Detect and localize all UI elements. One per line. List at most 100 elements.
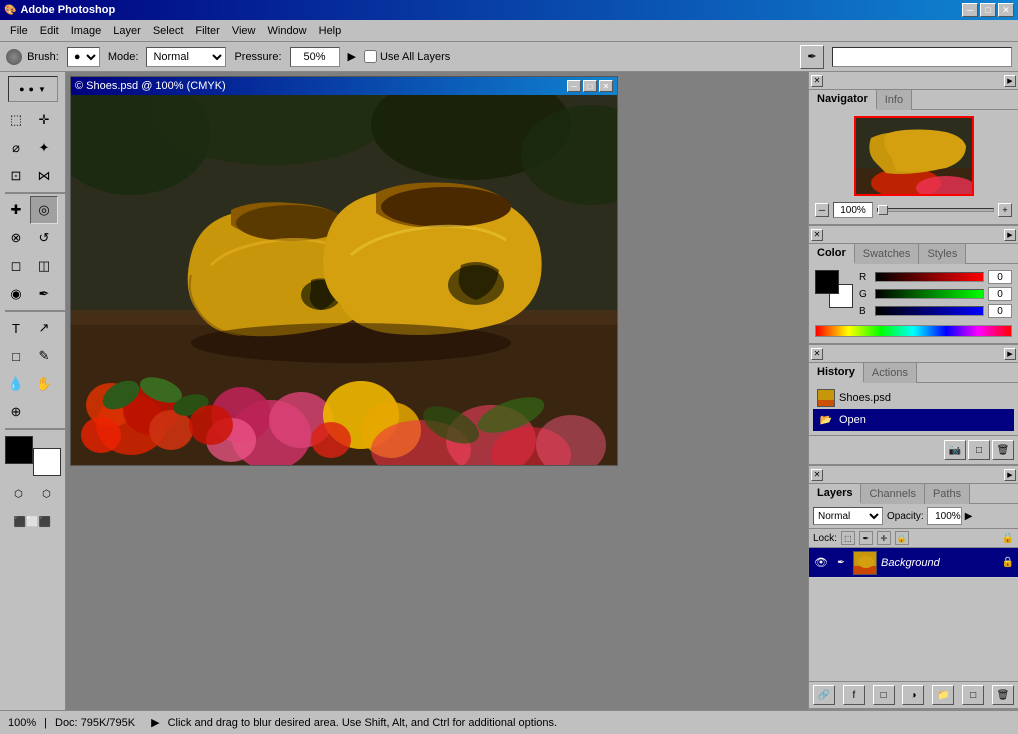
lock-all-btn[interactable]: 🔒 — [895, 531, 909, 545]
notes-tool[interactable]: ✎ — [30, 342, 58, 370]
slice-tool[interactable]: ⋈ — [30, 162, 58, 190]
brush-preview-btn[interactable]: ✒ — [800, 45, 824, 69]
history-item-open[interactable]: 📂 Open — [813, 409, 1014, 431]
pressure-input[interactable] — [290, 47, 340, 67]
history-close-btn[interactable]: ✕ — [811, 348, 823, 360]
opacity-input[interactable] — [927, 507, 962, 525]
r-input[interactable] — [988, 270, 1012, 284]
menu-file[interactable]: File — [4, 23, 34, 39]
tab-history[interactable]: History — [809, 363, 864, 383]
pen-tool[interactable]: ✒ — [30, 280, 58, 308]
nav-zoom-slider-track[interactable] — [877, 208, 994, 212]
screen-mode[interactable]: ⬛⬜⬛ — [5, 508, 61, 536]
delete-layer-btn[interactable]: 🗑 — [992, 685, 1014, 705]
minimize-button[interactable]: ─ — [962, 3, 978, 17]
document-image[interactable] — [71, 95, 617, 465]
tab-navigator[interactable]: Navigator — [809, 90, 877, 110]
stamp-tool[interactable]: ⊗ — [2, 224, 30, 252]
delete-state-btn[interactable]: 🗑 — [992, 440, 1014, 460]
maximize-button[interactable]: □ — [980, 3, 996, 17]
standard-mode[interactable]: ⬡ — [5, 480, 33, 508]
new-document-btn[interactable]: □ — [968, 440, 990, 460]
doc-close-btn[interactable]: ✕ — [599, 80, 613, 92]
tab-layers[interactable]: Layers — [809, 484, 861, 504]
lock-position-btn[interactable]: ✛ — [877, 531, 891, 545]
tab-actions[interactable]: Actions — [864, 363, 917, 383]
menu-select[interactable]: Select — [147, 23, 190, 39]
layer-style-btn[interactable]: f — [843, 685, 865, 705]
dodge-tool[interactable]: ◉ — [2, 280, 30, 308]
eraser-tool[interactable]: ◻ — [2, 252, 30, 280]
layer-mask-btn[interactable]: □ — [873, 685, 895, 705]
hand-tool[interactable]: ✋ — [30, 370, 58, 398]
history-menu-btn[interactable]: ▶ — [1004, 348, 1016, 360]
menu-window[interactable]: Window — [262, 23, 313, 39]
navigator-thumbnail[interactable] — [854, 116, 974, 196]
history-item-snapshot[interactable]: Shoes.psd — [813, 387, 1014, 409]
background-color[interactable] — [33, 448, 61, 476]
layer-visibility-btn[interactable]: 👁 — [813, 555, 829, 571]
lasso-tool[interactable]: ⌀ — [2, 134, 30, 162]
menu-filter[interactable]: Filter — [189, 23, 225, 39]
menu-edit[interactable]: Edit — [34, 23, 65, 39]
nav-zoom-out-btn[interactable]: ─ — [815, 203, 829, 217]
doc-minimize-btn[interactable]: ─ — [567, 80, 581, 92]
mode-select[interactable]: Normal — [146, 47, 226, 67]
color-menu-btn[interactable]: ▶ — [1004, 229, 1016, 241]
nav-zoom-in-btn[interactable]: + — [998, 203, 1012, 217]
tab-paths[interactable]: Paths — [925, 484, 970, 504]
use-all-layers-checkbox[interactable] — [364, 50, 377, 63]
link-layers-btn[interactable]: 🔗 — [813, 685, 835, 705]
tab-swatches[interactable]: Swatches — [855, 244, 920, 264]
tab-color[interactable]: Color — [809, 244, 855, 264]
tab-channels[interactable]: Channels — [861, 484, 924, 504]
g-input[interactable] — [988, 287, 1012, 301]
shape-tool[interactable]: □ — [2, 342, 30, 370]
zoom-tool[interactable]: ⊕ — [2, 398, 30, 426]
menu-view[interactable]: View — [226, 23, 262, 39]
b-slider[interactable] — [875, 306, 984, 316]
history-brush-tool[interactable]: ↺ — [30, 224, 58, 252]
adjustment-layer-btn[interactable]: ◑ — [902, 685, 924, 705]
navigator-close-btn[interactable]: ✕ — [811, 75, 823, 87]
fg-color-swatch[interactable] — [815, 270, 839, 294]
nav-zoom-slider-thumb[interactable] — [878, 205, 888, 215]
new-group-btn[interactable]: 📁 — [932, 685, 954, 705]
brush-size-display[interactable]: ● ● ▼ — [8, 76, 58, 102]
foreground-color[interactable] — [5, 436, 33, 464]
color-spectrum[interactable] — [815, 325, 1012, 337]
navigator-menu-btn[interactable]: ▶ — [1004, 75, 1016, 87]
lock-image-btn[interactable]: ✒ — [859, 531, 873, 545]
b-input[interactable] — [988, 304, 1012, 318]
blend-mode-select[interactable]: Normal — [813, 507, 883, 525]
gradient-tool[interactable]: ◫ — [30, 252, 58, 280]
layer-item-background[interactable]: 👁 ✒ Background 🔒 — [809, 548, 1018, 578]
g-slider[interactable] — [875, 289, 984, 299]
new-snapshot-btn[interactable]: 📷 — [944, 440, 966, 460]
doc-restore-btn[interactable]: □ — [583, 80, 597, 92]
path-select-tool[interactable]: ↗ — [30, 314, 58, 342]
color-close-btn[interactable]: ✕ — [811, 229, 823, 241]
r-slider[interactable] — [875, 272, 984, 282]
eyedropper-tool[interactable]: 💧 — [2, 370, 30, 398]
blur-tool[interactable]: ◎ — [30, 196, 58, 224]
text-tool[interactable]: T — [2, 314, 30, 342]
menu-help[interactable]: Help — [313, 23, 348, 39]
nav-zoom-input[interactable]: 100% — [833, 202, 873, 218]
crop-tool[interactable]: ⊡ — [2, 162, 30, 190]
move-tool[interactable]: ✛ — [30, 106, 58, 134]
tab-info[interactable]: Info — [877, 90, 912, 110]
layers-menu-btn[interactable]: ▶ — [1004, 469, 1016, 481]
new-layer-btn[interactable]: □ — [962, 685, 984, 705]
marquee-tool[interactable]: ⬚ — [2, 106, 30, 134]
close-button[interactable]: ✕ — [998, 3, 1014, 17]
menu-layer[interactable]: Layer — [107, 23, 147, 39]
healing-tool[interactable]: ✚ — [2, 196, 30, 224]
lock-transparent-btn[interactable]: ⬚ — [841, 531, 855, 545]
magic-wand-tool[interactable]: ✦ — [30, 134, 58, 162]
menu-image[interactable]: Image — [65, 23, 108, 39]
quick-mask[interactable]: ⬡ — [33, 480, 61, 508]
brush-size-select[interactable]: ● — [67, 47, 100, 67]
tab-styles[interactable]: Styles — [919, 244, 966, 264]
layers-close-btn[interactable]: ✕ — [811, 469, 823, 481]
